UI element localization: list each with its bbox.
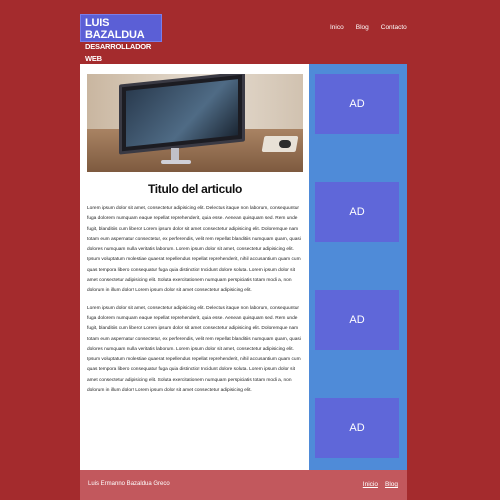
footer-copyright: Luis Ermanno Bazaldua Greco [88,481,170,487]
article-paragraph: Lorem ipsum dolor sit amet, consectetur … [87,206,301,294]
article-hero-image [87,74,303,172]
nav-link-blog[interactable]: Blog [356,24,369,31]
footer-link-blog[interactable]: Blog [385,481,398,488]
site-logo[interactable]: LUIS BAZALDUA DESARROLLADOR WEB [80,14,162,63]
main-nav: Inico Blog Contacto [330,24,407,31]
nav-link-inicio[interactable]: Inico [330,24,344,31]
footer-links: Inicio Blog [363,481,398,488]
article: Titulo del articulo Lorem ipsum dolor si… [87,74,303,396]
ad-slot-1[interactable]: AD [315,74,399,134]
nav-link-contacto[interactable]: Contacto [381,24,407,31]
content-container: Titulo del articulo Lorem ipsum dolor si… [80,64,407,470]
sidebar: AD AD AD AD [309,64,407,470]
logo-name: LUIS BAZALDUA [85,17,145,41]
ad-slot-2[interactable]: AD [315,182,399,242]
logo-tagline: DESARROLLADOR WEB [85,42,152,63]
ad-slot-4[interactable]: AD [315,398,399,458]
ad-slot-3[interactable]: AD [315,290,399,350]
footer: Luis Ermanno Bazaldua Greco Inicio Blog [80,470,407,500]
article-title: Titulo del articulo [147,182,243,196]
footer-link-inicio[interactable]: Inicio [363,481,378,488]
article-paragraph: Lorem ipsum dolor sit amet, consectetur … [87,305,301,394]
